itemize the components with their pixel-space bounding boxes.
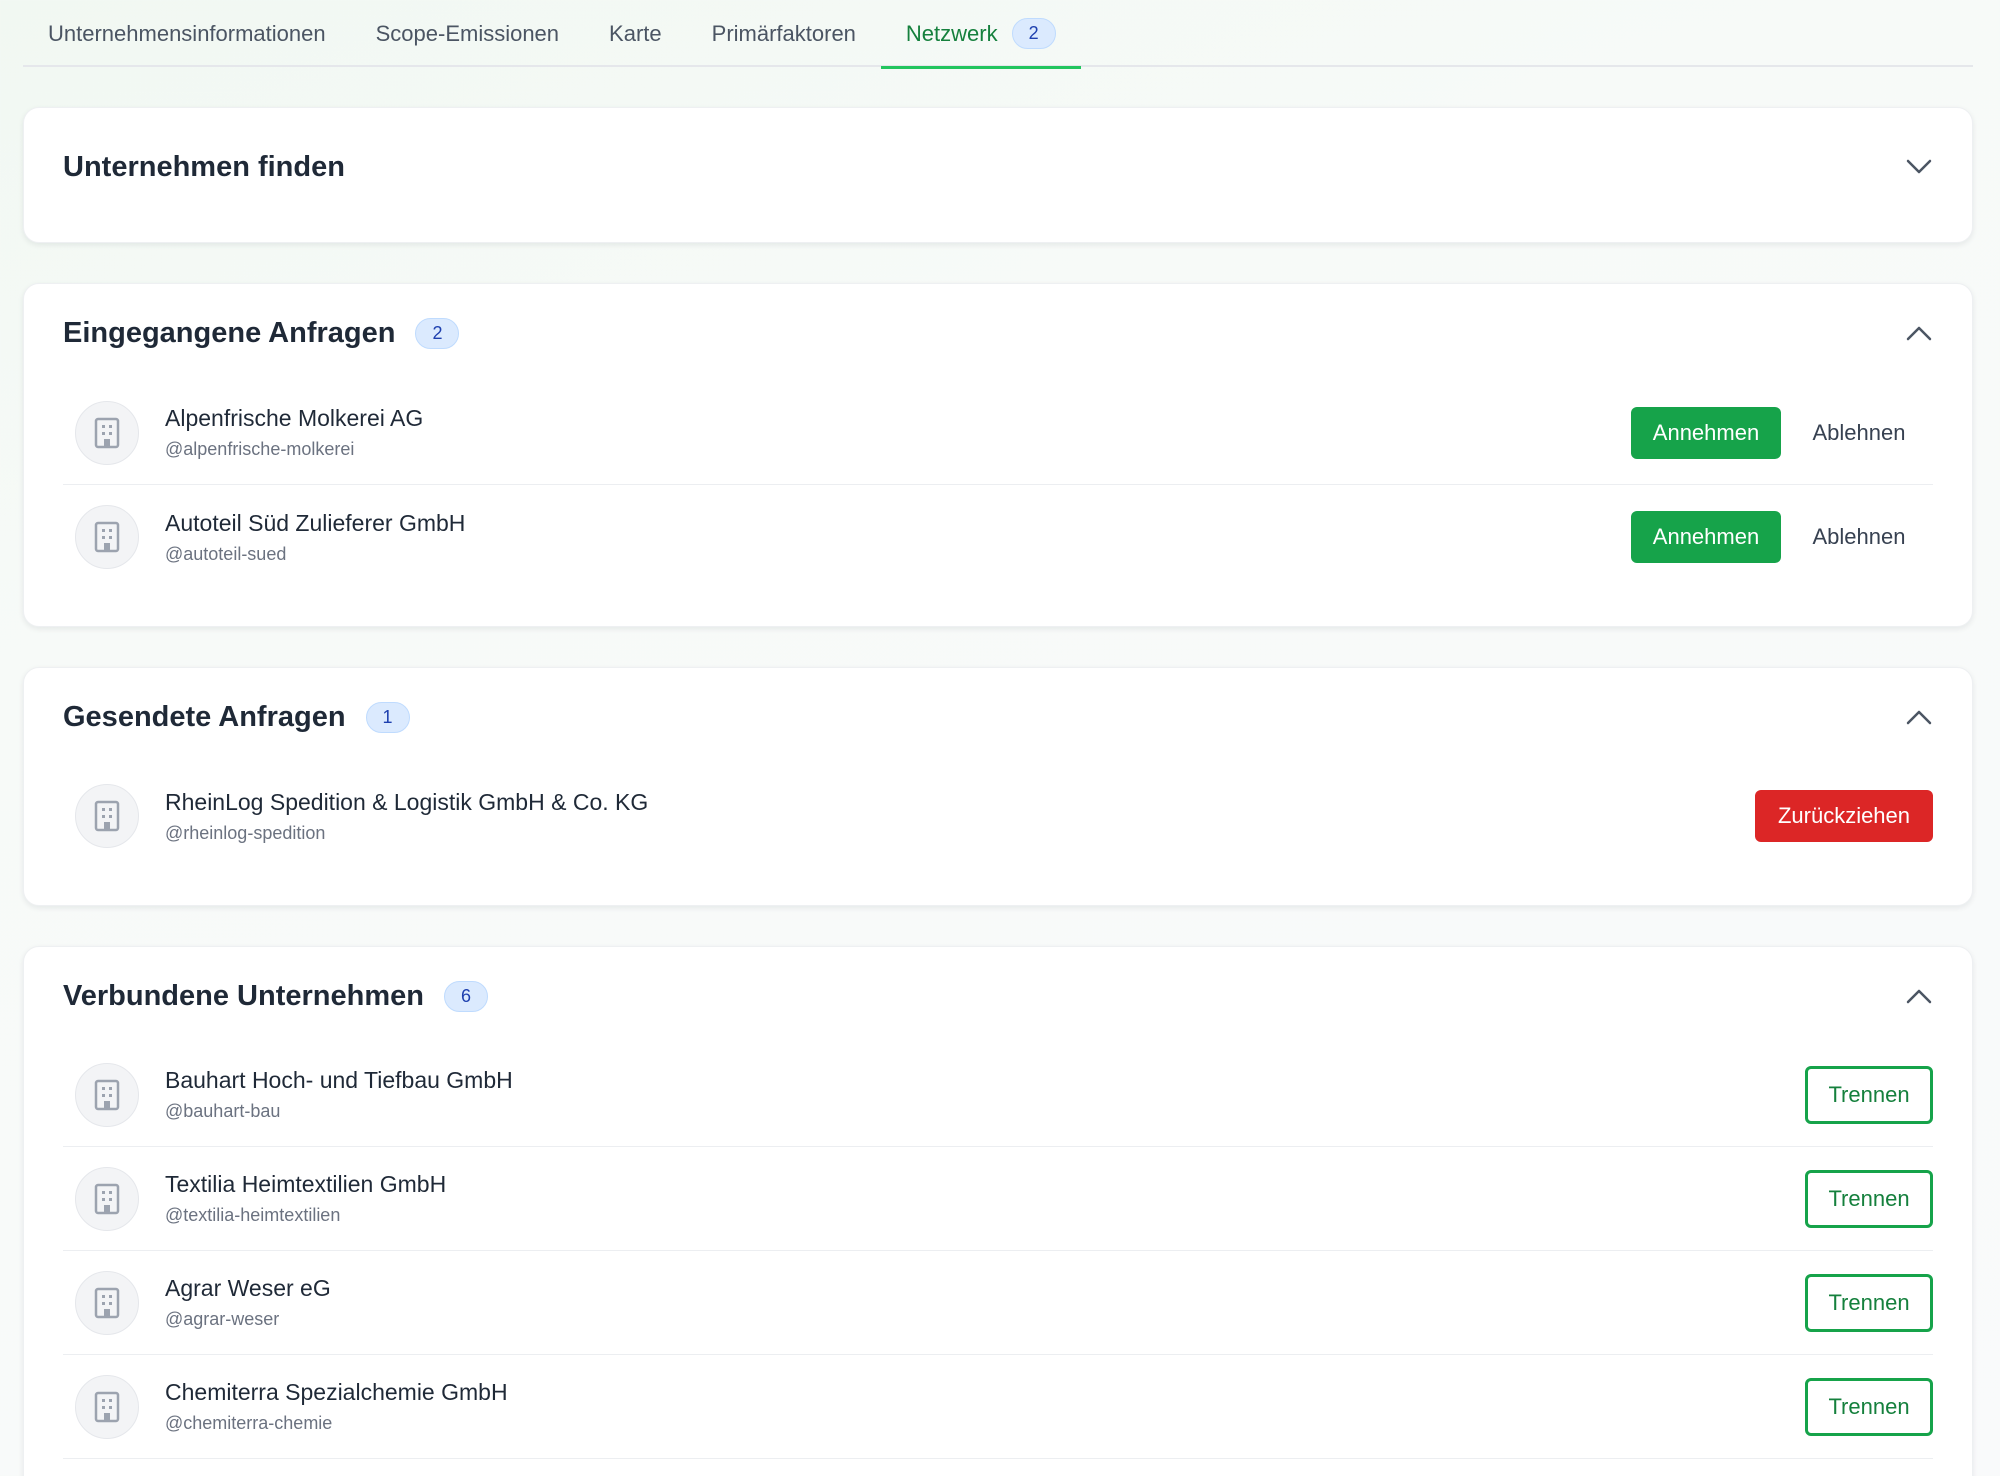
company-name: Textilia Heimtextilien GmbH	[165, 1171, 447, 1197]
incoming-requests-header[interactable]: Eingegangene Anfragen 2	[63, 284, 1933, 382]
count-badge: 1	[365, 701, 410, 733]
list-item: RheinLog Spedition & Logistik GmbH & Co.…	[63, 764, 1933, 868]
company-handle: @alpenfrische-molkerei	[165, 439, 355, 459]
building-icon	[75, 400, 139, 465]
building-icon	[75, 1062, 139, 1127]
tab-label: Primärfaktoren	[711, 20, 856, 46]
list-item: Agrar Weser eG @agrar-weser Trennen	[63, 1251, 1933, 1355]
accept-button[interactable]: Annehmen	[1631, 511, 1781, 563]
card-title: Eingegangene Anfragen	[63, 316, 396, 349]
company-handle: @rheinlog-spedition	[165, 822, 326, 843]
company-name: RheinLog Spedition & Logistik GmbH & Co.…	[165, 788, 649, 815]
tab-primary-factors[interactable]: Primärfaktoren	[687, 0, 881, 67]
find-companies-card: Unternehmen finden	[23, 107, 1973, 243]
company-handle: @chemiterra-chemie	[165, 1413, 333, 1433]
accept-button[interactable]: Annehmen	[1631, 406, 1781, 459]
disconnect-button[interactable]: Trennen	[1805, 1377, 1933, 1436]
tab-count-badge: 2	[1011, 18, 1056, 49]
list-item: Autoteil Süd Zulieferer GmbH @autoteil-s…	[63, 485, 1933, 589]
tab-label: Scope-Emissionen	[375, 20, 560, 46]
list-item: Textilia Heimtextilien GmbH @textilia-he…	[63, 1147, 1933, 1251]
disconnect-button[interactable]: Trennen	[1805, 1169, 1933, 1228]
building-icon	[75, 505, 139, 569]
card-title: Verbundene Unternehmen	[63, 979, 424, 1012]
company-name: Chemiterra Spezialchemie GmbH	[165, 1379, 508, 1405]
building-icon	[75, 1166, 139, 1231]
tab-label: Karte	[609, 20, 662, 46]
tab-company-info[interactable]: Unternehmensinformationen	[23, 0, 351, 67]
withdraw-button[interactable]: Zurückziehen	[1755, 790, 1933, 842]
incoming-requests-card: Eingegangene Anfragen 2 Alpenfrische Mol…	[23, 283, 1973, 627]
company-name: Alpenfrische Molkerei AG	[165, 405, 424, 431]
card-title: Unternehmen finden	[63, 150, 345, 183]
building-icon	[75, 784, 139, 848]
connected-companies-card: Verbundene Unternehmen 6 Bauhart Hoch- u…	[23, 946, 1973, 1476]
disconnect-button[interactable]: Trennen	[1805, 1065, 1933, 1124]
tab-network[interactable]: Netzwerk 2	[880, 0, 1081, 69]
connected-companies-header[interactable]: Verbundene Unternehmen 6	[63, 947, 1933, 1045]
disconnect-button[interactable]: Trennen	[1805, 1273, 1933, 1332]
tab-bar: Unternehmensinformationen Scope-Emission…	[23, 0, 1973, 69]
chevron-down-icon[interactable]	[1905, 153, 1933, 181]
company-handle: @agrar-weser	[165, 1309, 280, 1329]
company-name: Autoteil Süd Zulieferer GmbH	[165, 509, 466, 536]
tab-label: Netzwerk	[905, 20, 998, 46]
company-name: Agrar Weser eG	[165, 1275, 331, 1301]
tab-label: Unternehmensinformationen	[48, 20, 326, 46]
find-companies-header[interactable]: Unternehmen finden	[63, 118, 1933, 216]
sent-requests-card: Gesendete Anfragen 1 RheinLog Spedition …	[23, 667, 1973, 906]
tab-map[interactable]: Karte	[584, 0, 687, 67]
building-icon	[75, 1374, 139, 1439]
list-item: Bauhart Hoch- und Tiefbau GmbH @bauhart-…	[63, 1043, 1933, 1147]
list-item: Chemiterra Spezialchemie GmbH @chemiterr…	[63, 1355, 1933, 1459]
list-item: Alpenfrische Molkerei AG @alpenfrische-m…	[63, 381, 1933, 485]
decline-button[interactable]: Ablehnen	[1785, 407, 1933, 459]
count-badge: 6	[443, 980, 488, 1012]
company-handle: @autoteil-sued	[165, 543, 287, 564]
company-handle: @textilia-heimtextilien	[165, 1205, 341, 1225]
count-badge: 2	[415, 317, 460, 349]
company-name: Bauhart Hoch- und Tiefbau GmbH	[165, 1067, 513, 1093]
chevron-up-icon[interactable]	[1905, 982, 1933, 1010]
card-title: Gesendete Anfragen	[63, 700, 346, 733]
company-handle: @bauhart-bau	[165, 1101, 281, 1121]
building-icon	[75, 1270, 139, 1335]
sent-requests-header[interactable]: Gesendete Anfragen 1	[63, 668, 1933, 766]
chevron-up-icon[interactable]	[1905, 703, 1933, 731]
decline-button[interactable]: Ablehnen	[1785, 511, 1933, 563]
tab-scope-emissions[interactable]: Scope-Emissionen	[351, 0, 584, 67]
chevron-up-icon[interactable]	[1905, 319, 1933, 347]
